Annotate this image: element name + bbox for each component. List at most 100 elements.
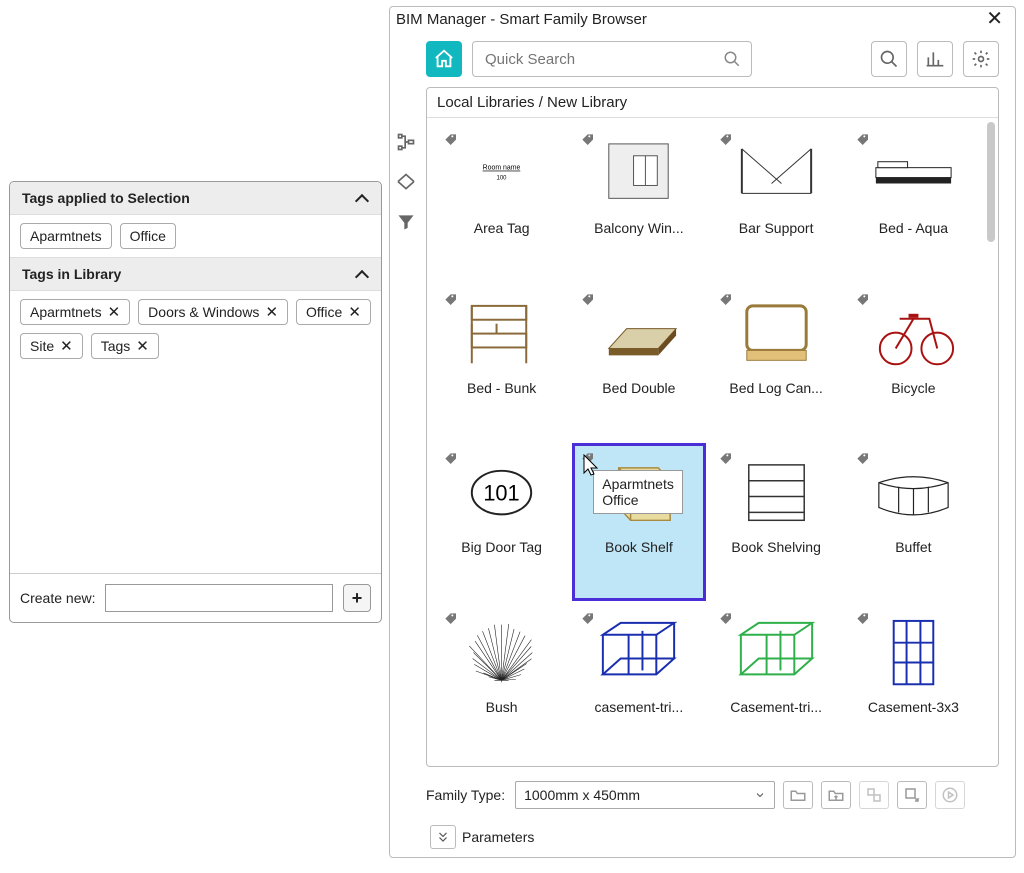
scroll-thumb[interactable] (987, 122, 995, 242)
create-tag-row: Create new: + (10, 573, 381, 622)
family-tile[interactable]: casement-tri... (572, 603, 705, 761)
family-thumbnail (853, 290, 974, 378)
tag-icon (854, 131, 870, 147)
family-thumbnail (441, 290, 562, 378)
add-tag-button[interactable]: + (343, 584, 371, 612)
search-input[interactable] (483, 50, 715, 69)
tags-applied-header[interactable]: Tags applied to Selection (10, 182, 381, 215)
family-tile[interactable]: Book Shelf Aparmtnets Office (572, 443, 705, 601)
titlebar: BIM Manager - Smart Family Browser ✕ (390, 7, 1015, 31)
family-label: Bed - Aqua (853, 218, 974, 238)
settings-button[interactable] (963, 41, 999, 77)
side-toolbar (390, 31, 422, 857)
family-type-label: Family Type: (426, 787, 505, 803)
play-button[interactable] (935, 781, 965, 809)
applied-tags-row: Aparmtnets Office (10, 215, 381, 257)
remove-tag-icon[interactable]: ✕ (348, 305, 361, 320)
family-type-select[interactable]: 1000mm x 450mm (515, 781, 775, 809)
family-tile[interactable]: Bar Support (710, 124, 843, 282)
family-tile[interactable]: Casement-tri... (710, 603, 843, 761)
home-button[interactable] (426, 41, 462, 77)
tags-panel: Tags applied to Selection Aparmtnets Off… (9, 181, 382, 623)
remove-tag-icon[interactable]: ✕ (60, 339, 73, 354)
tag-icon (717, 610, 733, 626)
quick-search[interactable] (472, 41, 752, 77)
statistics-button[interactable] (917, 41, 953, 77)
close-icon[interactable]: ✕ (982, 9, 1007, 29)
family-tile[interactable]: Casement-3x3 (847, 603, 980, 761)
window-title: BIM Manager - Smart Family Browser (396, 11, 647, 28)
tag-icon (442, 291, 458, 307)
family-tile[interactable]: 101Big Door Tag (435, 443, 568, 601)
family-label: Bed Double (578, 378, 699, 398)
chevron-up-icon (355, 191, 369, 205)
svg-text:101: 101 (483, 481, 519, 506)
library-tag[interactable]: Office ✕ (296, 299, 371, 325)
tag-label: Doors & Windows (148, 304, 259, 320)
library-tags-row: Aparmtnets ✕ Doors & Windows ✕ Office ✕ … (10, 291, 381, 367)
family-label: Area Tag (441, 218, 562, 238)
remove-tag-icon[interactable]: ✕ (108, 305, 121, 320)
double-chevron-down-icon (436, 830, 450, 844)
parameters-label: Parameters (462, 829, 534, 845)
tag-tooltip: Aparmtnets Office (593, 470, 683, 514)
family-tile[interactable]: Bed Log Can... (710, 284, 843, 442)
grid-wrap: Room name100Area TagBalcony Win...Bar Su… (427, 118, 998, 766)
place-button[interactable] (897, 781, 927, 809)
tree-view-icon[interactable] (395, 131, 417, 153)
family-label: Bed Log Can... (716, 378, 837, 398)
family-tile[interactable]: Room name100Area Tag (435, 124, 568, 282)
library-tag[interactable]: Aparmtnets ✕ (20, 299, 130, 325)
family-tile[interactable]: Balcony Win... (572, 124, 705, 282)
filter-icon[interactable] (395, 211, 417, 233)
family-tile[interactable]: Bicycle (847, 284, 980, 442)
remove-tag-icon[interactable]: ✕ (136, 339, 149, 354)
family-label: Book Shelf (578, 537, 699, 557)
main-column: Local Libraries / New Library Room name1… (422, 31, 1015, 857)
family-label: Bed - Bunk (441, 378, 562, 398)
family-label: Buffet (853, 537, 974, 557)
applied-tag[interactable]: Aparmtnets (20, 223, 112, 249)
svg-text:100: 100 (497, 176, 508, 182)
family-thumbnail (716, 130, 837, 218)
tag-icon (579, 610, 595, 626)
scrollbar[interactable] (984, 118, 998, 766)
parameters-row[interactable]: Parameters (426, 819, 999, 851)
family-label: Bicycle (853, 378, 974, 398)
family-tile[interactable]: Bush (435, 603, 568, 761)
tag-side-icon[interactable] (395, 171, 417, 193)
family-tile[interactable]: Bed Double (572, 284, 705, 442)
open-folder-button[interactable] (783, 781, 813, 809)
tag-icon (579, 131, 595, 147)
family-tile[interactable]: Bed - Bunk (435, 284, 568, 442)
family-tile[interactable]: Buffet (847, 443, 980, 601)
family-thumbnail (578, 609, 699, 697)
library-tag[interactable]: Tags ✕ (91, 333, 159, 359)
library-tag[interactable]: Site ✕ (20, 333, 83, 359)
search-button[interactable] (871, 41, 907, 77)
family-thumbnail (578, 130, 699, 218)
tags-in-library-title: Tags in Library (22, 266, 121, 282)
create-tag-input[interactable] (105, 584, 333, 612)
family-tile[interactable]: Book Shelving (710, 443, 843, 601)
family-thumbnail (853, 609, 974, 697)
tag-label: Office (306, 304, 342, 320)
family-thumbnail: 101 (441, 449, 562, 537)
tag-icon (717, 291, 733, 307)
expand-parameters-button[interactable] (430, 825, 456, 849)
family-label: Balcony Win... (578, 218, 699, 238)
tag-label: Site (30, 338, 54, 354)
top-toolbar (426, 41, 999, 77)
cursor-icon (583, 454, 601, 479)
insert-button[interactable] (859, 781, 889, 809)
chevron-up-icon (355, 267, 369, 281)
tag-icon (717, 450, 733, 466)
create-new-label: Create new: (20, 590, 95, 606)
load-family-button[interactable] (821, 781, 851, 809)
remove-tag-icon[interactable]: ✕ (265, 305, 278, 320)
breadcrumb[interactable]: Local Libraries / New Library (427, 88, 998, 118)
tags-in-library-header[interactable]: Tags in Library (10, 257, 381, 291)
applied-tag[interactable]: Office (120, 223, 176, 249)
family-tile[interactable]: Bed - Aqua (847, 124, 980, 282)
library-tag[interactable]: Doors & Windows ✕ (138, 299, 288, 325)
